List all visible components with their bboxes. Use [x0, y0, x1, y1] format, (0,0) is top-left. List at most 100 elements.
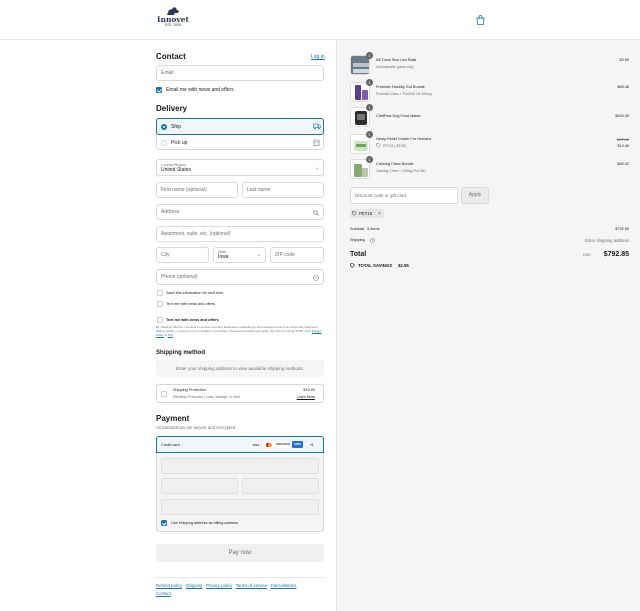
tos-link[interactable]: ToS — [168, 333, 173, 337]
contact-heading: Contact — [156, 52, 186, 61]
shipping-protection-checkbox[interactable] — [161, 391, 167, 397]
cancellations-link[interactable]: Cancellations — [271, 583, 297, 588]
applied-code-chip: PET15 × — [350, 209, 384, 218]
total-label: Total — [350, 251, 367, 258]
store-icon — [313, 139, 320, 146]
tag-icon — [352, 211, 357, 216]
brand-name: Innovet — [156, 15, 189, 24]
card-cvv-input[interactable] — [242, 478, 319, 494]
shipping-protection-title: Shipping Protection — [173, 388, 206, 392]
checkout-form: Contact Log in Email Email me with news … — [0, 40, 336, 611]
card-name-input[interactable] — [161, 499, 319, 515]
country-select[interactable]: Country/Region United States ⌄ — [156, 159, 324, 176]
news-checkbox[interactable] — [156, 87, 162, 93]
item-variant: Probiotic Chew + PurCBD Oil 250mg — [376, 92, 432, 96]
address-placeholder: Address — [161, 209, 180, 215]
privacy-policy-footer-link[interactable]: Privacy policy — [206, 583, 232, 588]
text-me-checkbox[interactable] — [157, 301, 163, 307]
save-info-checkbox[interactable] — [157, 290, 163, 296]
ship-option[interactable]: Ship — [156, 118, 324, 135]
apply-discount-button[interactable]: Apply — [461, 187, 489, 204]
total-savings-label: TOTAL SAVINGS — [358, 263, 393, 268]
shopping-bag-icon[interactable] — [476, 15, 485, 25]
mastercard-icon — [264, 441, 274, 448]
currency-code: USD — [583, 253, 591, 257]
shipping-label: Shipping — [350, 238, 365, 242]
item-compare-price: $17.00 — [616, 137, 629, 142]
footer-divider — [156, 577, 324, 578]
city-input[interactable]: City — [156, 247, 209, 263]
last-name-input[interactable]: Last name — [242, 182, 324, 198]
subtotal-value: $792.85 — [615, 227, 629, 231]
item-name: Hemp Relief Cream For Humans — [376, 137, 432, 141]
chevron-down-icon: ⌄ — [314, 165, 319, 171]
shipping-method-heading: Shipping method — [156, 350, 205, 356]
pickup-label[interactable]: Pick up — [171, 140, 187, 146]
sms-disclaimer: By checking this box I consent to receiv… — [156, 325, 324, 337]
zip-input[interactable]: ZIP code — [270, 247, 324, 263]
delivery-heading: Delivery — [156, 104, 188, 113]
help-icon[interactable]: ? — [370, 238, 375, 243]
text-me-label: Text me with news and offers — [166, 302, 215, 306]
learn-more-link[interactable]: Learn More — [297, 395, 315, 399]
sms-consent-label: Text me with news and offers — [166, 318, 219, 322]
ship-label: Ship — [171, 124, 182, 130]
card-details-panel: Use shipping address as billing address — [156, 453, 324, 532]
billing-address-checkbox[interactable] — [161, 520, 167, 526]
remove-code-icon[interactable]: × — [378, 211, 381, 217]
checkout-header: Innovet EST. 2005 — [0, 0, 640, 40]
item-price: $60.42 — [617, 162, 629, 166]
pay-now-button[interactable]: Pay now — [156, 544, 324, 562]
item-qty-badge: 1 — [366, 104, 373, 111]
item-qty-badge: 1 — [366, 52, 373, 59]
applied-code-text: PET15 — [359, 211, 373, 216]
svg-text:?: ? — [315, 276, 317, 280]
item-name: Probiotic Healthy Gut Bundle — [376, 85, 425, 89]
item-name: Kill Dock Sea Lion Rails — [376, 58, 417, 62]
item-name: Calming Chew Bundle — [376, 162, 414, 166]
order-summary: 1 Kill Dock Sea Lion Rails Unshakeable (… — [336, 40, 640, 611]
first-name-input[interactable]: First name (optional) — [156, 182, 238, 198]
email-input[interactable]: Email — [156, 65, 324, 81]
payment-heading: Payment — [156, 414, 190, 423]
address-input[interactable]: Address — [156, 204, 324, 220]
terms-of-service-link[interactable]: Terms of service — [236, 583, 267, 588]
card-number-input[interactable] — [161, 458, 319, 474]
item-price: $14.45 — [617, 144, 629, 148]
item-price: $3.50 — [619, 58, 629, 62]
login-link[interactable]: Log in — [311, 54, 325, 60]
shipping-methods-placeholder: Enter your shipping address to view avai… — [156, 360, 324, 377]
item-qty-badge: 1 — [366, 156, 373, 163]
item-discount: PET15 (-$2.55) — [383, 144, 407, 148]
sms-disclaimer-text: By checking this box I consent to receiv… — [156, 325, 318, 333]
credit-card-option[interactable]: Credit card VISA DISCOVER AMEX +5 — [156, 436, 324, 453]
help-icon[interactable]: ? — [313, 275, 319, 281]
amex-icon: AMEX — [292, 441, 303, 448]
discover-icon: DISCOVER — [276, 441, 290, 448]
phone-placeholder: Phone (optional) — [161, 274, 198, 280]
card-expiry-input[interactable] — [161, 478, 238, 494]
ship-radio[interactable] — [161, 124, 167, 130]
apartment-input[interactable]: Apartment, suite, etc. (optional) — [156, 226, 324, 242]
truck-icon — [313, 123, 321, 130]
shipping-protection-card[interactable]: Shipping Protection Effortless Protectio… — [156, 384, 324, 403]
brand-logo[interactable]: Innovet EST. 2005 — [156, 6, 190, 34]
visa-icon: VISA — [251, 441, 261, 448]
contact-link[interactable]: Contact — [156, 591, 171, 596]
state-select[interactable]: State Iowa ⌄ — [213, 247, 266, 263]
tag-icon — [376, 143, 381, 148]
discount-code-input[interactable]: Discount code or gift card — [350, 187, 458, 204]
refund-policy-link[interactable]: Refund policy — [156, 583, 182, 588]
credit-card-label: Credit card — [161, 443, 180, 447]
pickup-radio[interactable] — [161, 140, 167, 146]
phone-input[interactable]: Phone (optional) ? — [156, 269, 324, 285]
save-info-label: Save this information for next time — [166, 291, 224, 295]
svg-text:?: ? — [372, 239, 374, 243]
country-value: United States — [161, 166, 192, 173]
item-variant: Calming Chew + 125mg PurCBD — [376, 169, 426, 173]
shipping-protection-desc: Effortless Protection | Loss, damage, or… — [173, 395, 240, 399]
delivery-options: Ship Pick up — [156, 118, 324, 150]
sms-consent-checkbox[interactable] — [157, 317, 163, 323]
shipping-link[interactable]: Shipping — [186, 583, 203, 588]
savings-tag-icon — [350, 263, 355, 268]
